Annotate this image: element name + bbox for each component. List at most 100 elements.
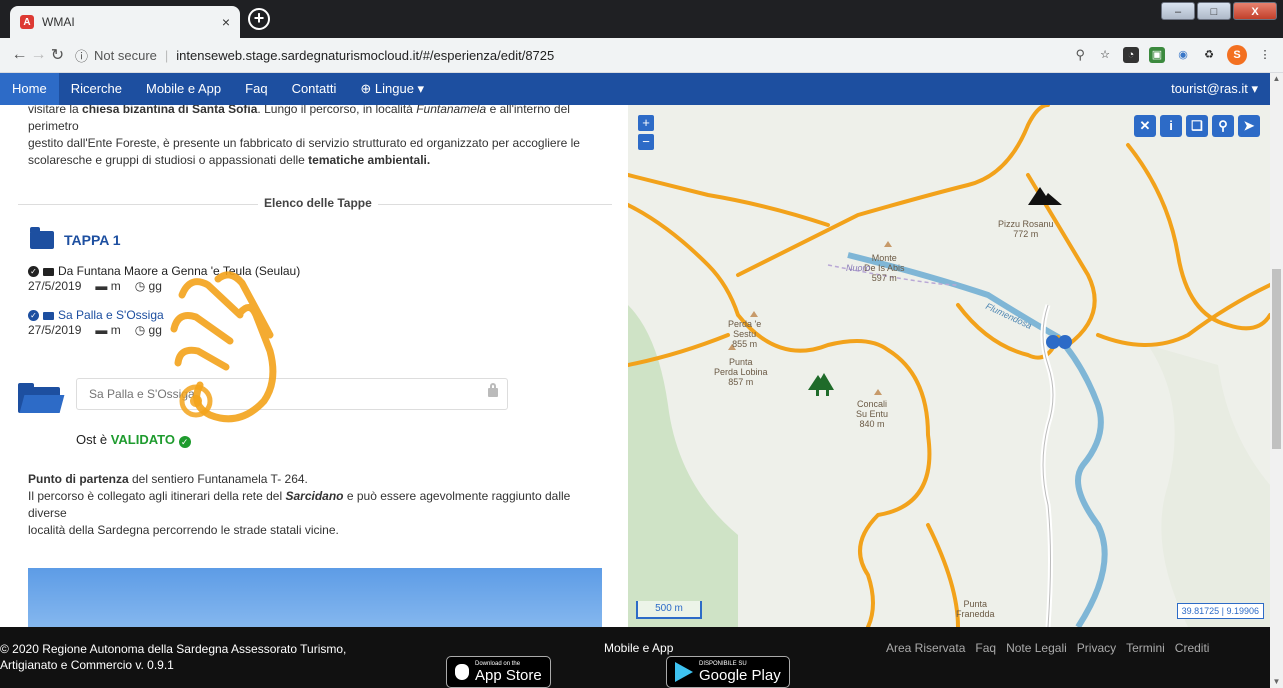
scroll-thumb[interactable]: [1272, 269, 1281, 449]
minimize-button[interactable]: –: [1161, 2, 1195, 20]
forward-arrow-icon[interactable]: →: [29, 46, 48, 64]
distance-unit: m: [110, 323, 121, 337]
maximize-button[interactable]: □: [1197, 2, 1231, 20]
map-label-punta-perda: Punta Perda Lobina 857 m: [714, 357, 768, 387]
map-label-nuoro: Nuoro: [846, 263, 871, 273]
layers-icon[interactable]: ❑: [1186, 115, 1208, 137]
intro-text: . Lungo il percorso, in località: [257, 105, 417, 116]
distance-unit: m: [110, 279, 121, 293]
url-text[interactable]: intenseweb.stage.sardegnaturismocloud.it…: [176, 48, 554, 63]
section-title-text: Elenco delle Tappe: [258, 196, 378, 210]
nav-mobile-app[interactable]: Mobile e App: [134, 73, 233, 105]
zoom-icon[interactable]: ⚲: [1075, 47, 1085, 63]
copyright-line: © 2020 Regione Autonoma della Sardegna A…: [0, 642, 347, 656]
extensions-row: ☆ ◔ ▣ ◉ ♻ S ⋮: [1097, 45, 1273, 65]
zoom-in-button[interactable]: +: [638, 115, 654, 131]
footer-link-faq[interactable]: Faq: [975, 641, 996, 655]
map-view[interactable]: Pizzu Rosanu 772 m Monte De Is Abis 597 …: [628, 105, 1270, 627]
menu-dots-icon[interactable]: ⋮: [1257, 47, 1273, 63]
browser-tabbar: A WMAI × + – □ X: [0, 0, 1283, 38]
partenza-italic: Sarcidano: [285, 489, 344, 503]
user-menu[interactable]: tourist@ras.it ▾: [1171, 81, 1270, 97]
map-coordinates: 39.81725 | 9.19906: [1176, 603, 1264, 619]
app-navbar: Home Ricerche Mobile e App Faq Contatti …: [0, 73, 1270, 105]
app-store-badge[interactable]: Download on the App Store: [446, 656, 551, 688]
footer-link-crediti[interactable]: Crediti: [1175, 641, 1210, 655]
nav-faq[interactable]: Faq: [233, 73, 279, 105]
colorful-extension-icon[interactable]: ▣: [1149, 47, 1165, 63]
scroll-up-arrow-icon[interactable]: ▲: [1270, 73, 1283, 85]
footer-link-note-legali[interactable]: Note Legali: [1006, 641, 1067, 655]
intro-italic: Funtanamela: [416, 105, 487, 116]
glasses-extension-icon[interactable]: ◔: [1123, 47, 1139, 63]
ost-name-input[interactable]: [76, 378, 508, 410]
nav-home[interactable]: Home: [0, 73, 59, 105]
scroll-down-arrow-icon[interactable]: ▼: [1270, 676, 1283, 688]
blue-extension-icon[interactable]: ◉: [1175, 47, 1191, 63]
partenza-text: Il percorso è collegato agli itinerari d…: [28, 489, 286, 503]
new-tab-button[interactable]: +: [248, 8, 270, 30]
footer-link-area-riservata[interactable]: Area Riservata: [886, 641, 965, 655]
reload-icon[interactable]: ↻: [48, 45, 67, 65]
partenza-bold: Punto di partenza: [28, 472, 129, 486]
close-map-icon[interactable]: ✕: [1134, 115, 1156, 137]
footer-link-privacy[interactable]: Privacy: [1077, 641, 1116, 655]
partenza-text: del sentiero Funtanamela T- 264.: [128, 472, 308, 486]
stage-duration: ◷ gg: [134, 323, 162, 337]
stage-name[interactable]: Sa Palla e S'Ossiga: [58, 308, 164, 323]
lock-icon: [488, 383, 498, 397]
apple-icon: [455, 664, 469, 680]
folder-open-icon: [18, 383, 65, 413]
site-footer: © 2020 Regione Autonoma della Sardegna A…: [0, 627, 1270, 688]
stage-item[interactable]: ✓ Sa Palla e S'Ossiga 27/5/2019 ▬ m ◷ gg: [28, 308, 164, 338]
stage-distance: ▬ m: [95, 323, 121, 337]
nav-contatti[interactable]: Contatti: [280, 73, 349, 105]
google-play-badge[interactable]: DISPONIBILE SU Google Play: [666, 656, 790, 688]
check-circle-icon: ✓: [28, 266, 39, 277]
url-omnibox[interactable]: ⓘ Not secure | intenseweb.stage.sardegna…: [75, 42, 1085, 68]
locate-arrow-icon[interactable]: ➤: [1238, 115, 1260, 137]
address-bar: ← → ↻ ⓘ Not secure | intenseweb.stage.sa…: [0, 38, 1283, 73]
google-play-icon: [675, 662, 693, 682]
browser-tab[interactable]: A WMAI ×: [10, 6, 240, 38]
nav-lingue-dropdown[interactable]: ⊕ Lingue ▾: [348, 73, 436, 105]
bookmark-star-icon[interactable]: ☆: [1097, 47, 1113, 63]
stage-date: 27/5/2019: [28, 279, 82, 293]
map-pin-icon[interactable]: ⚲: [1212, 115, 1234, 137]
info-icon[interactable]: i: [1160, 115, 1182, 137]
stage-date: 27/5/2019: [28, 323, 82, 337]
folder-open-icon: [43, 311, 54, 320]
intro-text: scolaresche e gruppi di studiosi o appas…: [28, 153, 309, 167]
recycle-extension-icon[interactable]: ♻: [1201, 47, 1217, 63]
nav-ricerche[interactable]: Ricerche: [59, 73, 134, 105]
stage-duration: ◷ gg: [134, 279, 162, 293]
duration-unit: gg: [148, 279, 162, 293]
check-circle-icon: ✓: [28, 310, 39, 321]
googleplay-big-text: Google Play: [699, 666, 781, 684]
check-circle-icon: ✓: [178, 436, 191, 448]
tab-title: WMAI: [42, 15, 75, 29]
profile-avatar[interactable]: S: [1227, 45, 1247, 65]
intro-bold: tematiche ambientali.: [308, 153, 431, 167]
page-scrollbar[interactable]: ▲ ▼: [1270, 73, 1283, 688]
copyright: © 2020 Regione Autonoma della Sardegna A…: [0, 641, 420, 673]
zoom-out-button[interactable]: −: [638, 134, 654, 150]
ost-status-prefix: Ost è: [76, 432, 111, 447]
info-icon[interactable]: ⓘ: [75, 46, 88, 65]
back-arrow-icon[interactable]: ←: [10, 46, 29, 64]
map-scale: 500 m: [636, 601, 702, 619]
stage-name[interactable]: Da Funtana Maore a Genna 'e Teula (Seula…: [58, 264, 300, 279]
footer-link-termini[interactable]: Termini: [1126, 641, 1165, 655]
stage-distance: ▬ m: [95, 279, 121, 293]
ost-status: Ost è VALIDATO ✓: [76, 432, 191, 448]
security-label: Not secure: [94, 47, 157, 63]
folder-icon: [43, 267, 54, 276]
partenza-text: località della Sardegna percorrendo le s…: [28, 523, 339, 537]
stage-item[interactable]: ✓ Da Funtana Maore a Genna 'e Teula (Seu…: [28, 264, 300, 294]
map-label-concali: Concali Su Entu 840 m: [856, 399, 889, 429]
close-window-button[interactable]: X: [1233, 2, 1277, 20]
footer-links: Area Riservata Faq Note Legali Privacy T…: [886, 641, 1209, 655]
tappa-header[interactable]: TAPPA 1: [30, 227, 121, 249]
window-controls: – □ X: [1161, 2, 1277, 20]
tab-close-icon[interactable]: ×: [222, 14, 230, 30]
